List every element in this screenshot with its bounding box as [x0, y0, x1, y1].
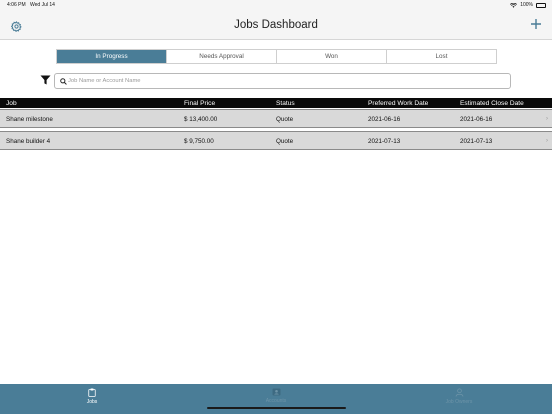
- column-header-preferred-work-date[interactable]: Preferred Work Date: [368, 100, 428, 107]
- status-date: Wed Jul 14: [30, 2, 55, 8]
- table-row[interactable]: Shane milestone $ 13,400.00 Quote 2021-0…: [0, 109, 552, 128]
- cell-final-price: $ 13,400.00: [184, 116, 218, 123]
- column-header-job[interactable]: Job: [6, 100, 17, 107]
- tab-job-owners-label: Job Owners: [445, 399, 473, 405]
- cell-preferred-work-date: 2021-06-16: [368, 116, 401, 123]
- search-input[interactable]: [68, 74, 506, 88]
- cell-job: Shane milestone: [6, 116, 53, 123]
- cell-estimated-close-date: 2021-06-16: [460, 116, 493, 123]
- page-title: Jobs Dashboard: [234, 19, 318, 31]
- plus-icon: [531, 19, 541, 29]
- battery-percent: 100%: [520, 2, 533, 8]
- status-right: 100%: [510, 2, 546, 8]
- segment-won[interactable]: Won: [277, 50, 387, 63]
- status-segmented-control: In Progress Needs Approval Won Lost: [56, 49, 497, 64]
- cell-status: Quote: [276, 138, 294, 145]
- person-icon: [455, 388, 463, 397]
- segment-lost[interactable]: Lost: [387, 50, 496, 63]
- cell-job: Shane builder 4: [6, 138, 51, 145]
- table-header: Job Final Price Status Preferred Work Da…: [0, 98, 552, 108]
- table-row[interactable]: Shane builder 4 $ 9,750.00 Quote 2021-07…: [0, 131, 552, 150]
- segment-needs-approval[interactable]: Needs Approval: [167, 50, 277, 63]
- cell-status: Quote: [276, 116, 294, 123]
- contact-card-icon: [272, 388, 280, 396]
- filter-icon[interactable]: [40, 75, 51, 85]
- tab-jobs[interactable]: Jobs: [62, 388, 122, 405]
- status-bar: 4:06 PM Wed Jul 14 100%: [0, 0, 552, 10]
- tab-accounts-label: Accounts: [265, 398, 287, 404]
- tab-job-owners[interactable]: Job Owners: [429, 388, 489, 405]
- segment-in-progress[interactable]: In Progress: [57, 50, 167, 63]
- chevron-right-icon: ›: [546, 116, 548, 122]
- tab-accounts[interactable]: Accounts: [246, 388, 306, 404]
- tab-jobs-label: Jobs: [86, 399, 98, 405]
- cell-final-price: $ 9,750.00: [184, 138, 214, 145]
- search-box: [54, 73, 511, 89]
- search-icon: [60, 78, 67, 85]
- column-header-final-price[interactable]: Final Price: [184, 100, 215, 107]
- chevron-right-icon: ›: [546, 138, 548, 144]
- column-header-status[interactable]: Status: [276, 100, 295, 107]
- wifi-icon: [510, 2, 518, 8]
- column-header-estimated-close-date[interactable]: Estimated Close Date: [460, 100, 524, 107]
- cell-preferred-work-date: 2021-07-13: [368, 138, 401, 145]
- clipboard-icon: [88, 388, 96, 397]
- tab-bar: Jobs Accounts Job Owners: [0, 384, 552, 414]
- status-time: 4:06 PM: [7, 2, 26, 8]
- add-job-button[interactable]: [529, 18, 543, 32]
- cell-estimated-close-date: 2021-07-13: [460, 138, 493, 145]
- battery-icon: [536, 2, 546, 8]
- header: Jobs Dashboard: [0, 10, 552, 40]
- home-indicator[interactable]: [207, 407, 346, 409]
